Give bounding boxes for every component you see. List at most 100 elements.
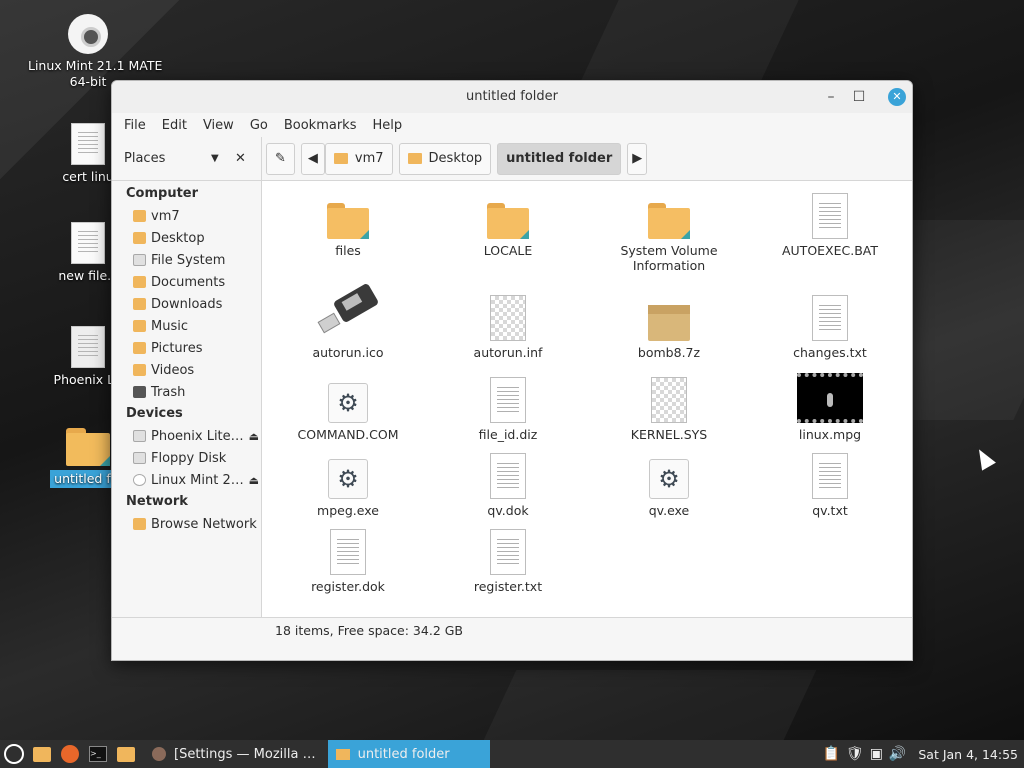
file-item[interactable]: AUTOEXEC.BAT [750, 191, 910, 258]
sidebar-item-desktop[interactable]: Desktop [112, 227, 261, 249]
edit-location-button[interactable]: ✎ [266, 142, 295, 175]
archive-icon [648, 305, 690, 341]
sidebar-item-label: Browse Network [151, 516, 257, 532]
sidebar-item-trash[interactable]: Trash [112, 381, 261, 403]
desktop-icon-linux-mint[interactable]: Linux Mint 21.1 MATE 64-bit [28, 14, 163, 90]
menu-view[interactable]: View [195, 118, 242, 133]
sidebar-item-browse-network[interactable]: Browse Network [112, 513, 261, 535]
menu-go[interactable]: Go [242, 118, 276, 133]
folder-icon [335, 748, 350, 760]
disc-icon [68, 14, 108, 54]
desktop-icon-label: Linux Mint 21.1 MATE [28, 58, 163, 73]
binary-file-icon [490, 295, 526, 341]
sidebar-item-music[interactable]: Music [112, 315, 261, 337]
clock[interactable]: Sat Jan 4, 14:55 [918, 747, 1018, 762]
network-folder-icon [133, 518, 146, 530]
sidebar-item-videos[interactable]: Videos [112, 359, 261, 381]
files-launcher[interactable] [28, 740, 56, 768]
menu-file[interactable]: File [116, 118, 154, 133]
sidebar-item-documents[interactable]: Documents [112, 271, 261, 293]
eject-icon[interactable]: ⏏ [249, 474, 259, 487]
file-item[interactable]: LOCALE [428, 191, 588, 258]
sidebar-item-floppy[interactable]: Floppy Disk [112, 447, 261, 469]
firefox-launcher[interactable] [56, 740, 84, 768]
breadcrumb-label: Desktop [428, 151, 483, 166]
menu-edit[interactable]: Edit [154, 118, 195, 133]
file-item[interactable]: autorun.inf [428, 293, 588, 360]
document-icon [71, 123, 105, 165]
file-item[interactable]: ⚙ qv.exe [589, 451, 749, 518]
file-item[interactable]: autorun.ico [268, 284, 428, 360]
close-button[interactable]: ✕ [888, 88, 906, 106]
maximize-button[interactable]: ☐ [850, 88, 868, 106]
menu-button[interactable] [0, 740, 28, 768]
file-manager-window: untitled folder – ☐ ✕ File Edit View Go … [111, 80, 913, 661]
file-name: qv.txt [812, 503, 848, 518]
mint-logo-icon [4, 744, 24, 764]
forward-path-button[interactable]: ▶ [627, 142, 648, 175]
file-name: mpeg.exe [317, 503, 379, 518]
file-item[interactable]: register.dok [268, 527, 428, 594]
home-folder-icon [333, 153, 348, 164]
sidebar-item-label: Pictures [151, 340, 203, 356]
breadcrumb-vm7[interactable]: vm7 [324, 142, 393, 175]
file-item[interactable]: KERNEL.SYS [589, 375, 749, 442]
sidebar-item-linux-mint[interactable]: Linux Mint 2… ⏏ [112, 469, 261, 491]
eject-icon[interactable]: ⏏ [249, 430, 259, 443]
executable-gear-icon: ⚙ [328, 383, 368, 423]
taskbar-task-untitled-folder[interactable]: untitled folder [327, 740, 490, 768]
file-name: register.dok [311, 579, 385, 594]
videos-folder-icon [133, 364, 146, 376]
file-item[interactable]: System Volume Information [589, 191, 749, 273]
file-view[interactable]: files LOCALE System Volume Information A… [262, 181, 912, 617]
menu-bar: File Edit View Go Bookmarks Help [112, 113, 912, 137]
file-item[interactable]: ⚙ mpeg.exe [268, 451, 428, 518]
firefox-icon [61, 745, 79, 763]
menu-bookmarks[interactable]: Bookmarks [276, 118, 365, 133]
file-item[interactable]: file_id.diz [428, 375, 588, 442]
taskbar-task-settings[interactable]: [Settings — Mozilla … [144, 740, 324, 768]
folder-icon [133, 232, 146, 244]
video-thumbnail-icon [797, 373, 863, 423]
document-icon [71, 222, 105, 264]
minimize-button[interactable]: – [822, 88, 840, 106]
volume-icon[interactable]: 🔊 [889, 746, 906, 762]
file-name: register.txt [473, 579, 543, 594]
places-dropdown-icon[interactable]: ▼ [211, 153, 235, 164]
places-header: Places ▼ ✕ [112, 137, 262, 180]
file-item[interactable]: linux.mpg [750, 373, 910, 442]
back-path-button[interactable]: ◀ [300, 142, 325, 175]
file-item[interactable]: qv.dok [428, 451, 588, 518]
breadcrumb-desktop[interactable]: Desktop [398, 142, 492, 175]
status-bar: 18 items, Free space: 34.2 GB [112, 617, 912, 643]
shield-icon[interactable]: 🛡 [846, 746, 864, 762]
terminal-launcher[interactable]: >_ [84, 740, 112, 768]
system-tray: 📋 🛡 ▣ 🔊 Sat Jan 4, 14:55 [822, 746, 1024, 762]
network-icon[interactable]: ▣ [870, 746, 883, 762]
sidebar-item-label: Downloads [151, 296, 223, 312]
sidebar-item-file-system[interactable]: File System [112, 249, 261, 271]
file-item[interactable]: changes.txt [750, 293, 910, 360]
file-item[interactable]: ⚙ COMMAND.COM [268, 375, 428, 442]
breadcrumb-untitled-folder[interactable]: untitled folder [497, 142, 622, 175]
menu-help[interactable]: Help [364, 118, 410, 133]
file-name: KERNEL.SYS [630, 427, 708, 442]
sidebar-item-label: Documents [151, 274, 226, 290]
close-sidebar-icon[interactable]: ✕ [235, 151, 261, 166]
files-launcher-2[interactable] [112, 740, 140, 768]
file-item[interactable]: files [268, 191, 428, 258]
sidebar-item-downloads[interactable]: Downloads [112, 293, 261, 315]
wallpaper-shard [581, 0, 799, 80]
file-name: qv.exe [648, 503, 690, 518]
sidebar-item-label: Trash [151, 384, 186, 400]
folder-icon [487, 203, 529, 239]
file-item[interactable]: qv.txt [750, 451, 910, 518]
file-item[interactable]: register.txt [428, 527, 588, 594]
breadcrumb-label: untitled folder [506, 151, 613, 166]
sidebar-item-phoenix[interactable]: Phoenix Lite… ⏏ [112, 425, 261, 447]
title-bar[interactable]: untitled folder – ☐ ✕ [112, 81, 912, 113]
file-item[interactable]: bomb8.7z [589, 293, 749, 360]
sidebar-item-pictures[interactable]: Pictures [112, 337, 261, 359]
clipboard-icon[interactable]: 📋 [822, 746, 839, 762]
sidebar-item-vm7[interactable]: vm7 [112, 205, 261, 227]
